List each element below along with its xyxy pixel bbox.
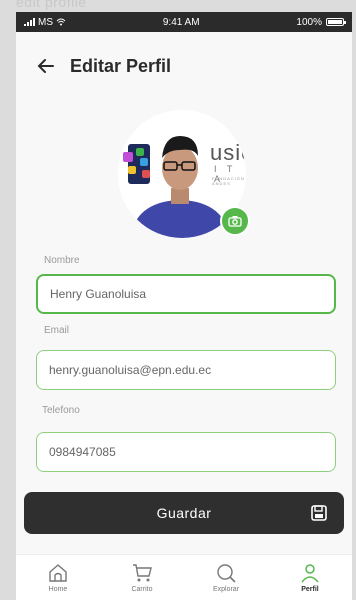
nav-profile[interactable]: Perfil bbox=[268, 555, 352, 600]
battery-icon bbox=[326, 18, 346, 26]
status-left: MS bbox=[24, 17, 66, 28]
bottom-nav: Home Carrito Explorar Perfil bbox=[16, 554, 352, 600]
logo-text: usió bbox=[210, 140, 246, 165]
carrier-text: MS bbox=[38, 16, 53, 28]
nav-explore-label: Explorar bbox=[212, 586, 240, 593]
email-field[interactable]: henry.guanoluisa@epn.edu.ec bbox=[36, 350, 336, 390]
frame-label: edit profile bbox=[16, 0, 87, 10]
back-button[interactable] bbox=[34, 54, 58, 78]
arrow-left-icon bbox=[37, 59, 54, 73]
nav-home-label: Home bbox=[48, 586, 68, 593]
home-icon bbox=[49, 564, 67, 582]
status-time: 9:41 AM bbox=[162, 16, 200, 28]
save-button[interactable]: Guardar bbox=[24, 492, 344, 534]
name-value: Henry Guanoluisa bbox=[50, 287, 147, 301]
status-right: 100% bbox=[296, 16, 346, 28]
phone-value: 0984947085 bbox=[49, 445, 116, 459]
header: Editar Perfil bbox=[34, 54, 171, 78]
page-title: Editar Perfil bbox=[70, 55, 172, 76]
save-label: Guardar bbox=[156, 505, 212, 521]
name-label: Nombre bbox=[44, 255, 80, 266]
phone-screen: MS 9:41 AM 100% Editar Perfil usi I T A … bbox=[16, 12, 352, 600]
avatar-section: usió I T A FUNDACIÓN ANDES bbox=[118, 110, 250, 238]
wifi-icon bbox=[56, 18, 66, 26]
battery-percent: 100% bbox=[296, 16, 322, 28]
cart-icon bbox=[133, 564, 152, 582]
nav-profile-label: Perfil bbox=[301, 586, 319, 593]
search-icon bbox=[217, 564, 236, 583]
phone-field[interactable]: 0984947085 bbox=[36, 432, 336, 472]
logo-mini-text: FUNDACIÓN ANDES bbox=[212, 176, 245, 186]
nav-cart[interactable]: Carrito bbox=[100, 555, 184, 600]
nav-explore[interactable]: Explorar bbox=[184, 555, 268, 600]
email-label: Email bbox=[44, 325, 70, 336]
floppy-disk-icon bbox=[311, 505, 327, 521]
signal-icon bbox=[24, 18, 35, 26]
user-icon bbox=[301, 564, 319, 583]
email-value: henry.guanoluisa@epn.edu.ec bbox=[49, 363, 212, 377]
nav-home[interactable]: Home bbox=[16, 555, 100, 600]
change-photo-button[interactable] bbox=[220, 206, 250, 236]
camera-icon bbox=[228, 216, 242, 227]
nav-cart-label: Carrito bbox=[131, 586, 153, 593]
phone-label: Telefono bbox=[42, 405, 80, 416]
status-bar: MS 9:41 AM 100% bbox=[16, 12, 352, 32]
name-field[interactable]: Henry Guanoluisa bbox=[36, 274, 336, 314]
